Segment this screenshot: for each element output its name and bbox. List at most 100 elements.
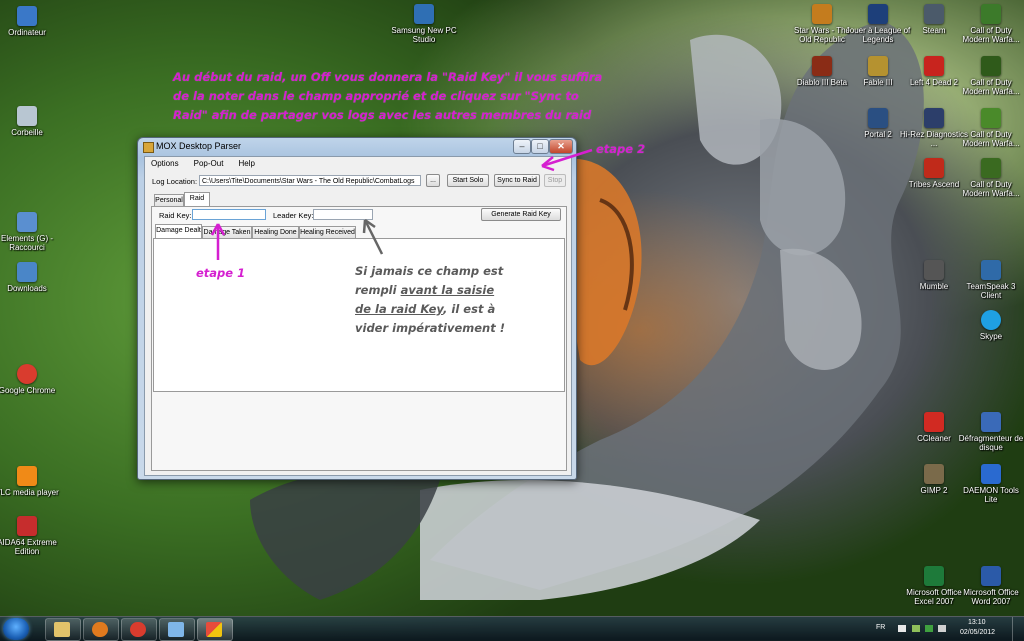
- start-solo-button[interactable]: Start Solo: [447, 174, 489, 187]
- annotation-intro: Au début du raid, un Off vous donnera la…: [173, 68, 623, 125]
- mox-parser-icon: [206, 622, 222, 637]
- minimize-button[interactable]: –: [513, 139, 531, 154]
- subtab-healing-done[interactable]: Healing Done: [252, 226, 299, 238]
- warning-line: rempli avant la saisie: [355, 281, 525, 300]
- taskbar-mox-parser[interactable]: [197, 618, 233, 641]
- desktop-icon-daemon-tools[interactable]: DAEMON Tools Lite: [956, 464, 1024, 504]
- chrome-icon: [130, 622, 146, 637]
- log-location-label: Log Location:: [152, 177, 198, 186]
- label-etape1: etape 1: [196, 266, 246, 280]
- daemon-tools-icon: [981, 464, 1001, 484]
- gimp-icon: [924, 464, 944, 484]
- menu-pop-out[interactable]: Pop-Out: [188, 157, 230, 168]
- taskbar-explorer[interactable]: [45, 618, 81, 641]
- desktop-icon-cod-3[interactable]: Call of Duty Modern Warfa...: [956, 108, 1024, 148]
- desktop-icon-downloads[interactable]: Downloads: [0, 262, 62, 293]
- desktop-icon-pc-studio[interactable]: Samsung New PC Studio: [389, 4, 459, 44]
- desktop-icon-defrag[interactable]: Défragmenteur de disque: [956, 412, 1024, 452]
- desktop-icon-label: Défragmenteur de disque: [958, 434, 1024, 452]
- desktop-icon-chrome[interactable]: Google Chrome: [0, 364, 62, 395]
- warning-text: , il est à: [443, 302, 496, 316]
- cod-icon: [981, 158, 1001, 178]
- tray-flag-icon[interactable]: [898, 625, 906, 632]
- l4d2-icon: [924, 56, 944, 76]
- desktop-icon-word[interactable]: Microsoft Office Word 2007: [956, 566, 1024, 606]
- diablo-icon: [812, 56, 832, 76]
- stop-button[interactable]: Stop: [544, 174, 566, 187]
- leader-key-label: Leader Key:: [273, 211, 314, 220]
- clock-date[interactable]: 02/05/2012: [960, 629, 995, 636]
- show-desktop-button[interactable]: [1012, 617, 1024, 641]
- portal-icon: [868, 108, 888, 128]
- hirez-icon: [924, 108, 944, 128]
- language-indicator[interactable]: FR: [876, 624, 885, 631]
- close-button[interactable]: ✕: [549, 139, 573, 154]
- desktop-icon-cod-4[interactable]: Call of Duty Modern Warfa...: [956, 158, 1024, 198]
- cod-icon: [981, 4, 1001, 24]
- log-location-field[interactable]: C:\Users\Tite\Documents\Star Wars - The …: [199, 175, 421, 186]
- tray-volume-icon[interactable]: [938, 625, 946, 632]
- computer-icon: [17, 6, 37, 26]
- steam-icon: [924, 4, 944, 24]
- desktop-icon-ordinateur[interactable]: Ordinateur: [0, 6, 62, 37]
- subtab-damage-taken[interactable]: Damage Taken: [202, 226, 252, 238]
- warning-line: de la raid Key, il est à: [355, 300, 525, 319]
- desktop-icon-cod-2[interactable]: Call of Duty Modern Warfa...: [956, 56, 1024, 96]
- desktop-icon-label: Call of Duty Modern Warfa...: [962, 180, 1020, 198]
- taskbar-media-player[interactable]: [83, 618, 119, 641]
- annotation-intro-line: de la noter dans le champ approprié et d…: [173, 89, 579, 103]
- ccleaner-icon: [924, 412, 944, 432]
- chrome-icon: [17, 364, 37, 384]
- clock-time[interactable]: 13:10: [968, 619, 986, 626]
- raid-key-input[interactable]: [192, 209, 266, 220]
- taskbar: FR 13:10 02/05/2012: [0, 616, 1024, 641]
- vlc-icon: [17, 466, 37, 486]
- subtab-healing-received[interactable]: Healing Received: [299, 226, 356, 238]
- tray-network-icon[interactable]: [912, 625, 920, 632]
- desktop-icon-cod-1[interactable]: Call of Duty Modern Warfa...: [956, 4, 1024, 44]
- desktop-icon-vlc[interactable]: VLC media player: [0, 466, 62, 497]
- menu-options[interactable]: Options: [145, 157, 185, 168]
- desktop-icon-label: AIDA64 Extreme Edition: [0, 538, 57, 556]
- taskbar-chrome[interactable]: [121, 618, 157, 641]
- tab-raid[interactable]: Raid: [184, 192, 210, 206]
- sync-to-raid-button[interactable]: Sync to Raid: [494, 174, 540, 187]
- desktop-icon-label: Call of Duty Modern Warfa...: [962, 130, 1020, 148]
- excel-icon: [924, 566, 944, 586]
- annotation-intro-line: Raid" afin de partager vos logs avec les…: [173, 108, 592, 122]
- desktop-icon-aida64[interactable]: AIDA64 Extreme Edition: [0, 516, 62, 556]
- annotation-warning: Si jamais ce champ est rempli avant la s…: [355, 262, 525, 338]
- pc-studio-icon: [414, 4, 434, 24]
- fable-icon: [868, 56, 888, 76]
- skype-icon: [981, 310, 1001, 330]
- warning-emphasis: de la raid Key: [355, 302, 444, 316]
- menu-help[interactable]: Help: [233, 157, 261, 168]
- desktop-icon-label: Ordinateur: [8, 28, 46, 37]
- paint-icon: [168, 622, 184, 637]
- generate-raid-key-button[interactable]: Generate Raid Key: [481, 208, 561, 221]
- taskbar-paint[interactable]: [159, 618, 195, 641]
- menu-bar: Options Pop-Out Help: [145, 157, 571, 172]
- raid-tab-panel: Raid Key: Leader Key: Generate Raid Key …: [151, 206, 567, 471]
- tab-personal[interactable]: Personal: [154, 194, 184, 206]
- maximize-button[interactable]: □: [531, 139, 549, 154]
- desktop-icon-label: Downloads: [7, 284, 47, 293]
- browse-button[interactable]: ...: [426, 174, 440, 187]
- tray-security-icon[interactable]: [925, 625, 933, 632]
- desktop-icon-label: Corbeille: [11, 128, 43, 137]
- desktop-icon-corbeille[interactable]: Corbeille: [0, 106, 62, 137]
- desktop-icon-skype[interactable]: Skype: [956, 310, 1024, 341]
- downloads-folder-icon: [17, 262, 37, 282]
- desktop-icon-teamspeak[interactable]: TeamSpeak 3 Client: [956, 260, 1024, 300]
- start-button[interactable]: [3, 618, 29, 640]
- mumble-icon: [924, 260, 944, 280]
- leader-key-input[interactable]: [313, 209, 373, 220]
- cod-icon: [981, 108, 1001, 128]
- explorer-icon: [54, 622, 70, 637]
- label-etape2: etape 2: [596, 142, 646, 156]
- subtab-damage-dealt[interactable]: Damage Dealt: [155, 224, 202, 238]
- desktop-icon-elements[interactable]: Elements (G) - Raccourci: [0, 212, 62, 252]
- defrag-icon: [981, 412, 1001, 432]
- app-icon: [143, 142, 154, 153]
- warning-line: Si jamais ce champ est: [355, 264, 504, 278]
